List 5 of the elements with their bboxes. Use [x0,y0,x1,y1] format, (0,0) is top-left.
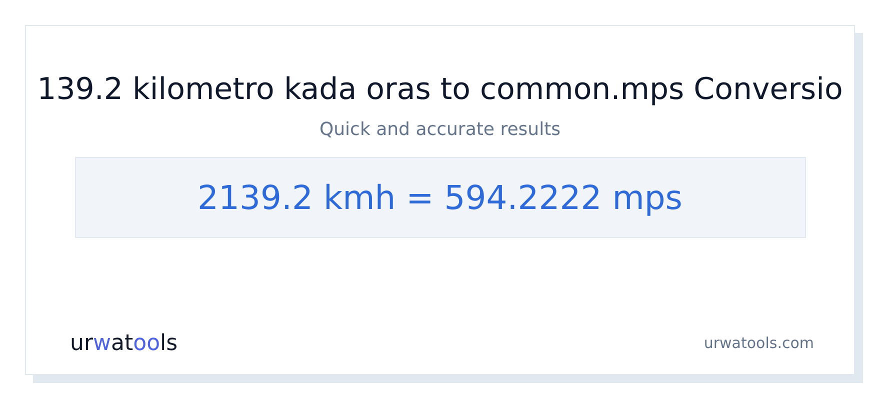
site-link[interactable]: urwatools.com [704,332,814,355]
page-title: 139.2 kilometro kada oras to common.mps Conversio [37,71,843,109]
logo: urwatools [70,330,178,358]
conversion-result: 2139.2 kmh = 594.2222 mps [198,176,682,219]
subtitle: Quick and accurate results [319,118,561,142]
